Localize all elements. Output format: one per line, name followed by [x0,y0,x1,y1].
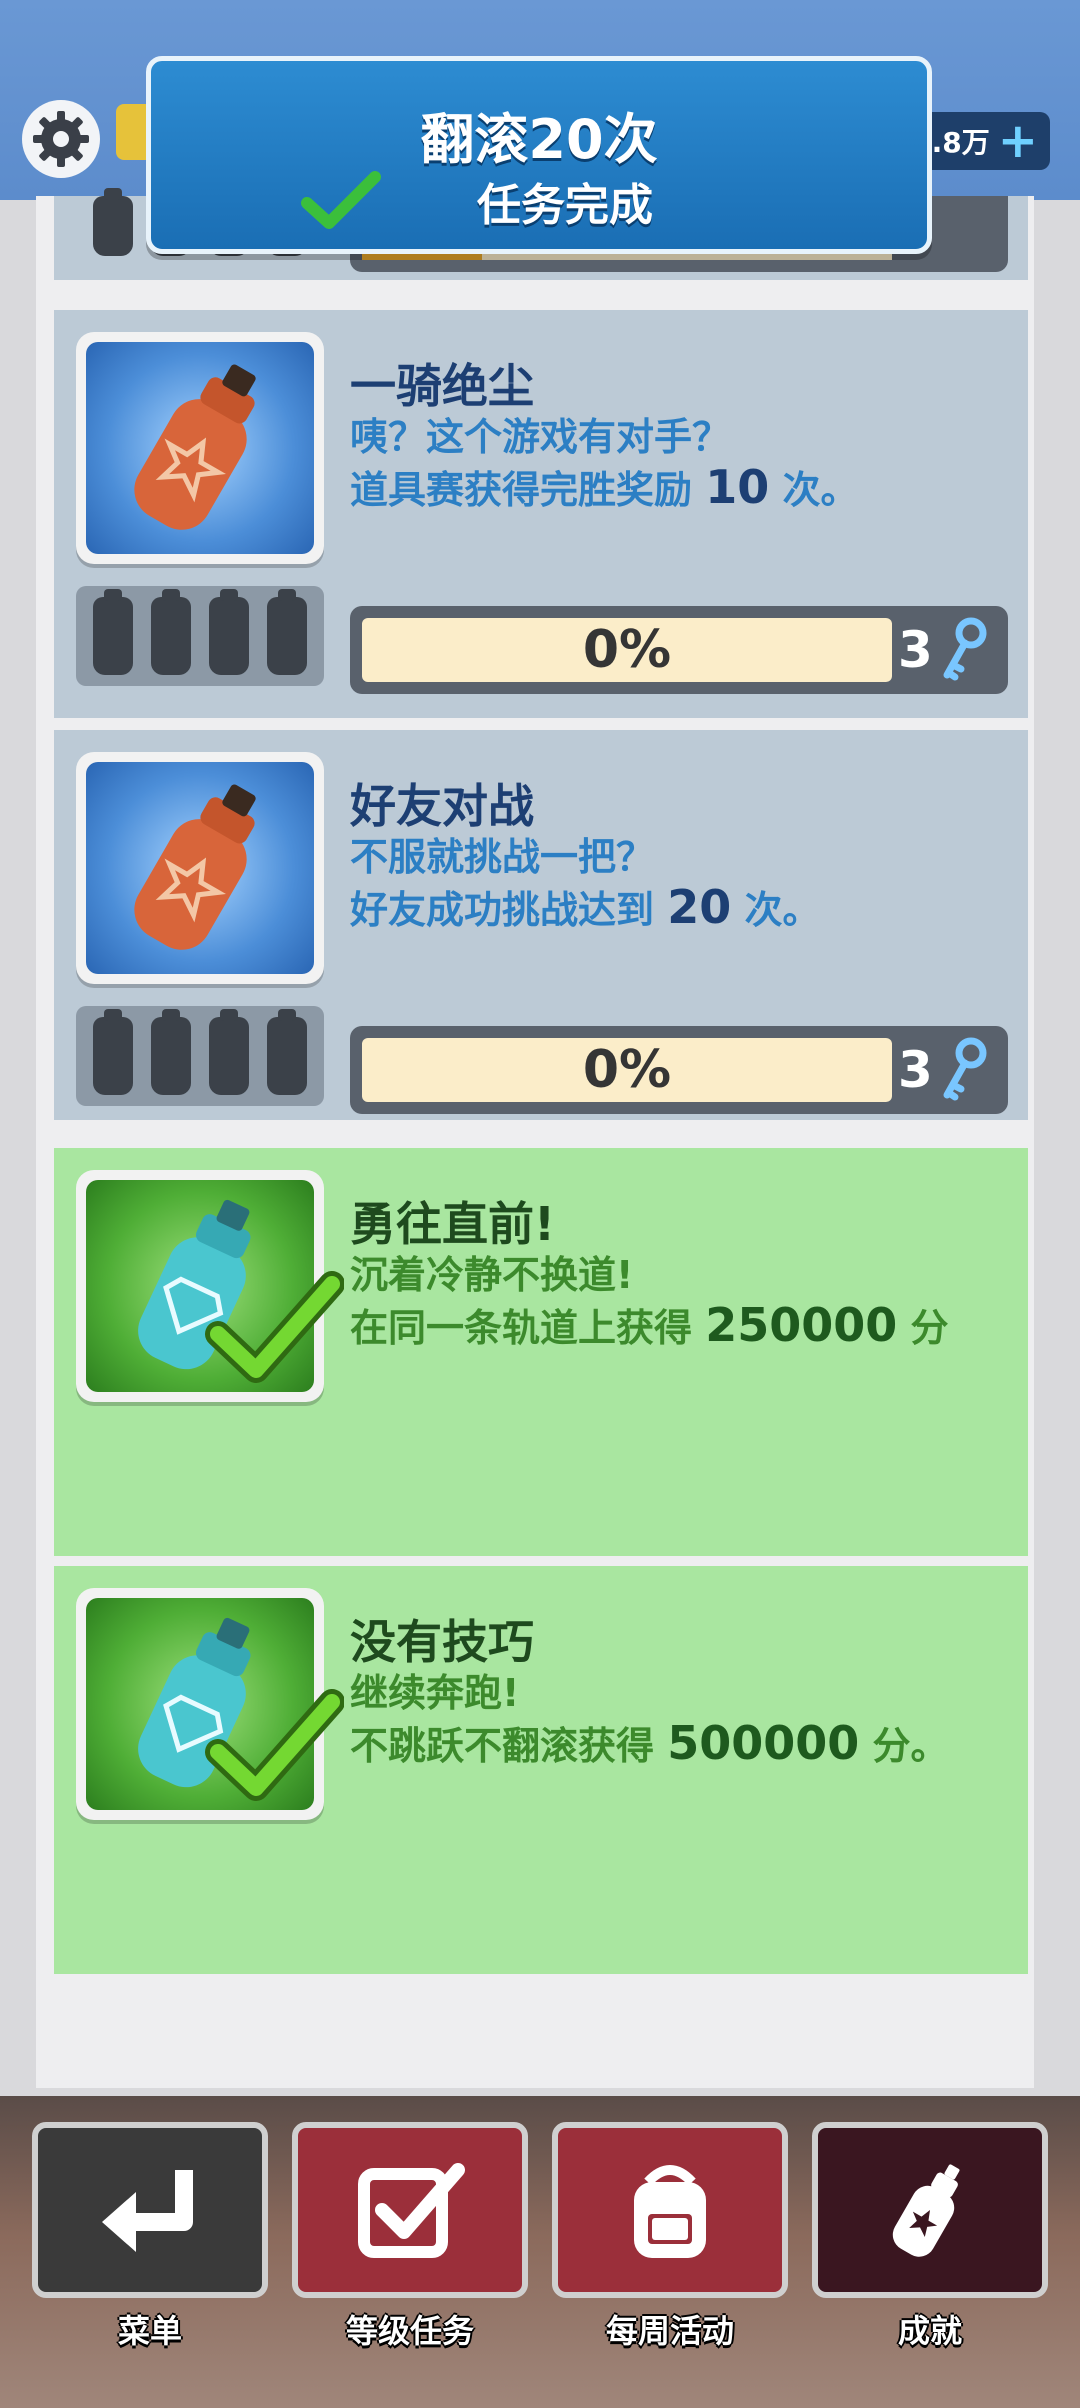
bottle-slot-icon [267,1009,307,1095]
mission-desc-line1: 不服就挑战一把？ [350,835,655,879]
nav-menu-button[interactable] [32,2122,268,2298]
nav-weekly-events-label: 每周活动 [605,2312,734,2350]
spray-can-icon [134,364,256,530]
mission-desc-text: 道具赛获得完胜奖励 [350,468,706,512]
mission-desc-line1: 咦？这个游戏有对手？ [350,415,731,459]
nav-level-missions-button[interactable] [292,2122,528,2298]
bottle-slot-icon [93,1009,133,1095]
nav-weekly-events-button[interactable] [552,2122,788,2298]
bottle-row [76,1006,324,1106]
add-currency-icon[interactable]: + [998,117,1038,165]
mission-desc-suffix: 次。 [769,468,859,512]
banner-subtitle: 任务完成 [477,180,653,231]
key-icon [943,1037,987,1101]
key-reward-count: 3 [898,1041,933,1099]
mission-target-number: 500000 [667,1716,860,1770]
bottle-slot-icon [267,589,307,675]
gear-icon [33,111,89,167]
settings-button[interactable] [22,100,100,178]
mission-desc-suffix: 次。 [731,888,821,932]
mission-complete-banner: 翻滚20次 任务完成 [146,56,932,254]
banner-title: 翻滚20次 [420,108,658,171]
nav-achievements-label: 成就 [897,2312,962,2350]
mission-desc-line1: 继续奔跑! [350,1671,520,1715]
mission-desc-line2: 在同一条轨道上获得 250000 分 [350,1300,949,1353]
mission-card[interactable]: 好友对战 不服就挑战一把？ 好友成功挑战达到 20 次。 0% 3 [54,730,1028,1120]
mission-thumbnail [76,752,324,984]
mission-desc-text: 在同一条轨道上获得 [350,1306,706,1350]
progress-percent: 0% [362,1038,892,1102]
progress-percent: 0% [362,618,892,682]
bottle-slot-icon [93,188,133,256]
mission-description: 继续奔跑! 不跳跃不翻滚获得 500000 分。 [350,1668,949,1771]
completed-check-icon [205,1689,344,1801]
bottle-slot-icon [209,1009,249,1095]
mission-thumbnail [76,332,324,564]
mission-title: 好友对战 [350,779,534,833]
mission-title: 一骑绝尘 [350,359,534,413]
progress-bar: 0% 3 [350,606,1008,694]
spray-can-icon [892,2164,960,2257]
backpack-icon [634,2165,706,2258]
bottle-slot-icon [151,1009,191,1095]
mission-desc-text: 不跳跃不翻滚获得 [350,1724,668,1768]
mission-desc-line2: 好友成功挑战达到 20 次。 [350,882,820,935]
key-reward-count: 3 [898,621,933,679]
mission-desc-text: 好友成功挑战达到 [350,888,668,932]
bottle-slot-icon [93,589,133,675]
completed-check-icon [205,1271,344,1383]
bottom-nav-bar: 菜单 等级任务 每周活动 成就 [0,2096,1080,2408]
return-arrow-icon [102,2170,193,2252]
key-reward: 3 [898,606,991,694]
mission-title: 勇往直前! [350,1197,555,1251]
mission-card-completed[interactable]: 没有技巧 继续奔跑! 不跳跃不翻滚获得 500000 分。 [54,1566,1028,1974]
bottle-slot-icon [209,589,249,675]
mission-desc-line1: 沉着冷静不换道! [350,1253,634,1297]
spray-can-icon [134,784,256,950]
mission-description: 不服就挑战一把？ 好友成功挑战达到 20 次。 [350,832,820,935]
mission-desc-line2: 道具赛获得完胜奖励 10 次。 [350,462,858,515]
checkbox-icon [358,2163,465,2258]
checkmark-icon [301,171,381,229]
nav-achievements-button[interactable] [812,2122,1048,2298]
mission-desc-suffix: 分。 [859,1724,949,1768]
mission-title: 没有技巧 [350,1615,534,1669]
mission-target-number: 10 [705,460,770,514]
key-icon [943,617,987,681]
mission-target-number: 250000 [705,1298,898,1352]
nav-menu-label: 菜单 [117,2312,182,2350]
progress-bar: 0% 3 [350,1026,1008,1114]
mission-desc-suffix: 分 [897,1306,949,1350]
currency-value: .8万 [931,126,990,159]
mission-card-completed[interactable]: 勇往直前! 沉着冷静不换道! 在同一条轨道上获得 250000 分 [54,1148,1028,1556]
mission-desc-line2: 不跳跃不翻滚获得 500000 分。 [350,1718,949,1771]
bottle-slot-icon [151,589,191,675]
nav-level-missions-label: 等级任务 [345,2312,474,2350]
mission-target-number: 20 [667,880,732,934]
key-reward: 3 [898,1026,991,1114]
bottle-row [76,586,324,686]
mission-description: 沉着冷静不换道! 在同一条轨道上获得 250000 分 [350,1250,949,1353]
mission-card[interactable]: 一骑绝尘 咦？这个游戏有对手？ 道具赛获得完胜奖励 10 次。 0% 3 [54,310,1028,718]
mission-description: 咦？这个游戏有对手？ 道具赛获得完胜奖励 10 次。 [350,412,858,515]
